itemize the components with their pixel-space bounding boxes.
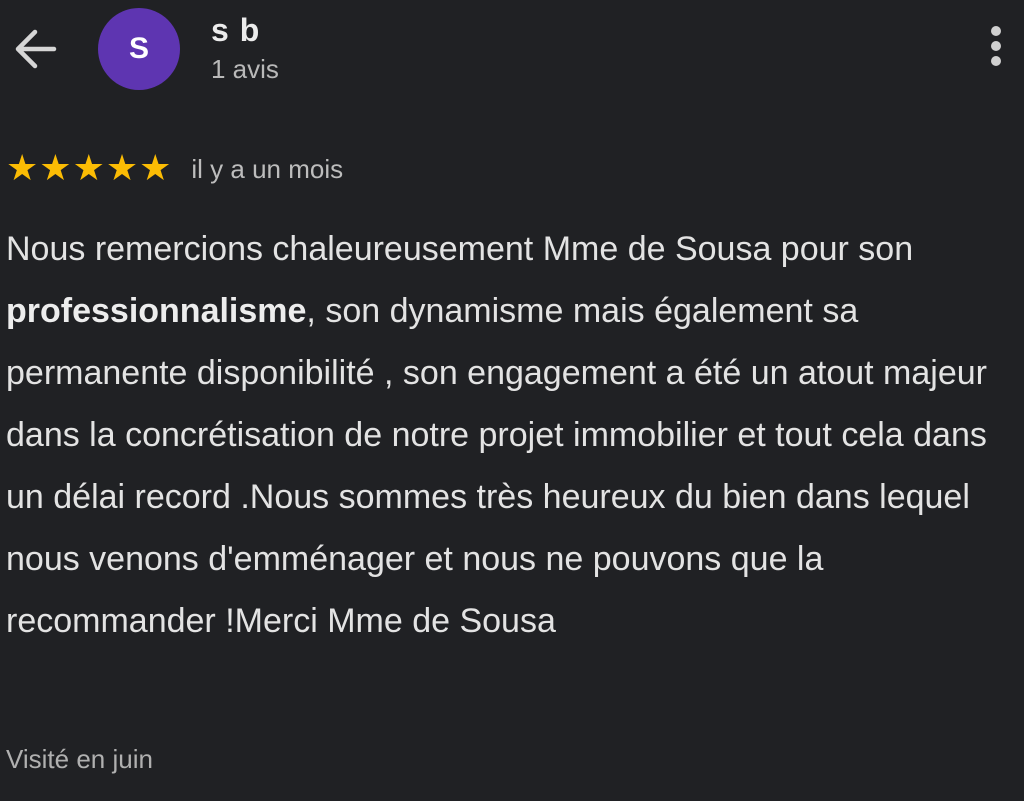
review-text-part: Nous remercions chaleureusement Mme de S… bbox=[6, 230, 914, 268]
star-icon: ★ bbox=[72, 148, 105, 189]
more-options-button[interactable] bbox=[978, 22, 1014, 76]
review-date: il y a un mois bbox=[191, 153, 344, 184]
star-icon: ★ bbox=[105, 148, 139, 189]
star-rating: ★ ★ ★ ★ ★ bbox=[6, 149, 171, 189]
star-icon: ★ bbox=[6, 148, 39, 189]
star-icon: ★ bbox=[139, 148, 172, 189]
back-button[interactable] bbox=[10, 24, 62, 74]
review-count: 1 avis bbox=[211, 54, 279, 84]
arrow-left-icon bbox=[15, 29, 57, 69]
avatar-letter: S bbox=[128, 32, 149, 65]
user-name[interactable]: s b bbox=[211, 10, 260, 50]
rating-row: ★ ★ ★ ★ ★ il y a un mois bbox=[6, 148, 343, 190]
review-text-bold: professionnalisme bbox=[6, 292, 307, 330]
star-icon: ★ bbox=[39, 148, 72, 189]
more-vert-icon bbox=[978, 26, 1014, 66]
review-text-part: , son dynamisme mais également sa perman… bbox=[6, 292, 987, 640]
review-text: Nous remercions chaleureusement Mme de S… bbox=[6, 218, 1022, 652]
avatar[interactable]: S bbox=[98, 8, 180, 90]
visited-date: Visité en juin bbox=[6, 744, 153, 774]
